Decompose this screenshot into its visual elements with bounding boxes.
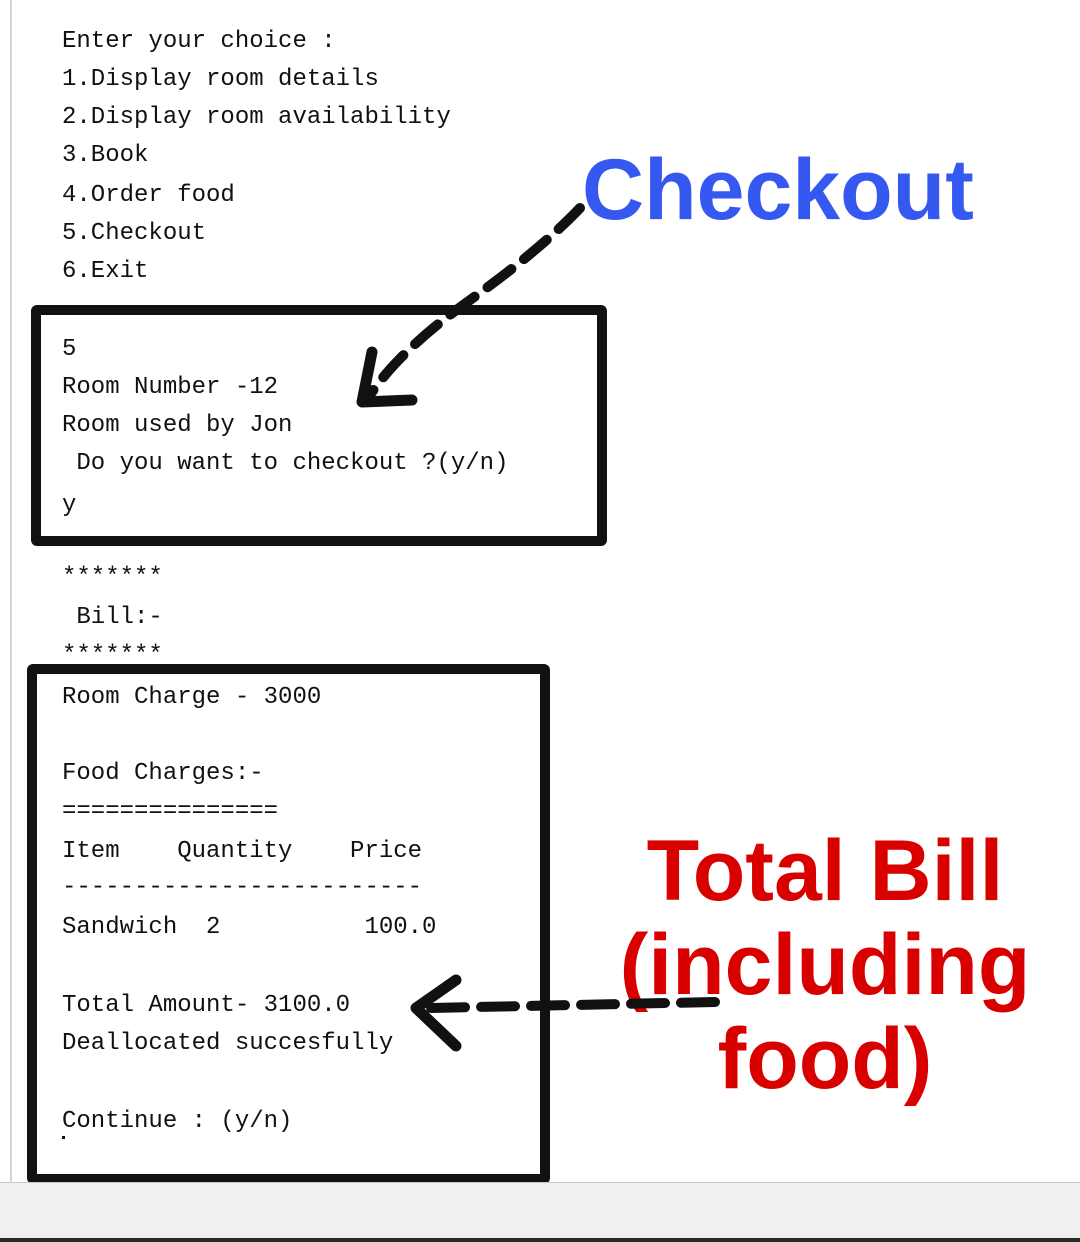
bill-stars-top: ******* (62, 564, 163, 591)
menu-item-book: 3.Book (62, 142, 149, 169)
total-annotation-line-2: (including (619, 917, 1031, 1013)
bill-title: Bill:- (62, 604, 163, 631)
total-annotation-line-3: food) (717, 1011, 933, 1107)
checkout-input: 5 (62, 336, 77, 363)
menu-prompt: Enter your choice : (62, 28, 336, 55)
room-number-line: Room Number -12 (62, 374, 279, 401)
total-bill-annotation: Total Bill (including food) (590, 824, 1060, 1106)
checkout-question: Do you want to checkout ?(y/n) (62, 450, 509, 477)
food-charges-separator: =============== (62, 798, 279, 825)
room-user-line: Room used by Jon (62, 412, 293, 439)
text-cursor (62, 1136, 65, 1139)
food-table-row: Sandwich 2 100.0 (62, 914, 437, 941)
status-bar (0, 1182, 1080, 1242)
total-annotation-line-1: Total Bill (646, 823, 1004, 919)
menu-item-display-room-availability: 2.Display room availability (62, 104, 451, 131)
room-charge-line: Room Charge - 3000 (62, 684, 322, 711)
menu-item-exit: 6.Exit (62, 258, 149, 285)
menu-item-checkout: 5.Checkout (62, 220, 207, 247)
console-border (10, 0, 12, 1182)
menu-item-order-food: 4.Order food (62, 182, 235, 209)
console-output: Enter your choice : 1.Display room detai… (0, 0, 1080, 1184)
checkout-annotation: Checkout (582, 142, 974, 238)
food-table-rule: ------------------------- (62, 874, 423, 901)
checkout-answer: y (62, 492, 77, 519)
status-bar-edge (0, 1238, 1080, 1242)
food-table-header: Item Quantity Price (62, 838, 423, 865)
continue-prompt: Continue : (y/n) (62, 1108, 293, 1135)
total-amount-line: Total Amount- 3100.0 (62, 992, 351, 1019)
menu-item-display-room-details: 1.Display room details (62, 66, 379, 93)
food-charges-heading: Food Charges:- (62, 760, 264, 787)
deallocation-status: Deallocated succesfully (62, 1030, 394, 1057)
